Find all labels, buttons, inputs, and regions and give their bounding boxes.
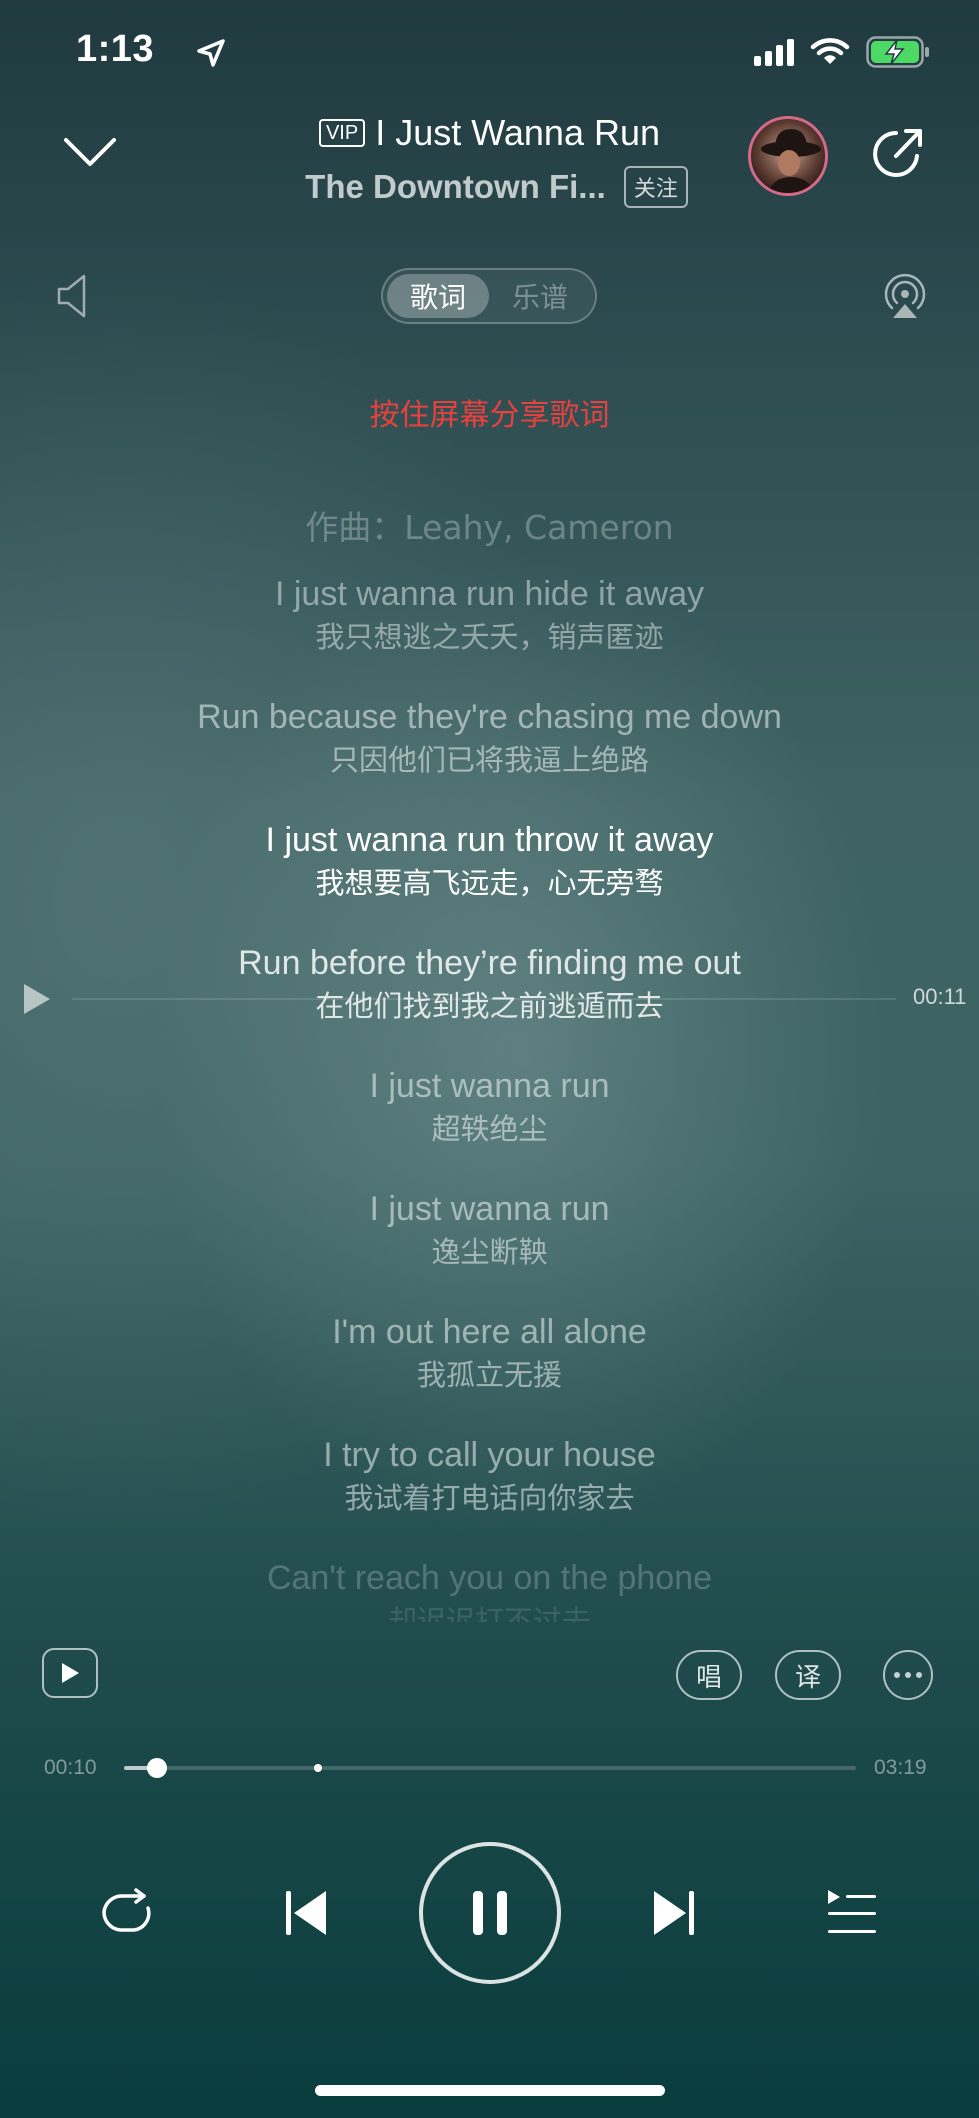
lyric-translation: 我只想逃之夭夭，销声匿迹 — [315, 620, 664, 654]
lyric-translation: 我孤立无援 — [416, 1358, 562, 1392]
pause-icon — [473, 1891, 507, 1935]
artist-row: The Downtown Fi... 关注 — [0, 166, 979, 208]
lyric-text: Can't reach you on the phone — [266, 1559, 713, 1597]
lyric-text: I just wanna run throw it away — [265, 821, 714, 859]
lyric-translation: 在他们找到我之前逃遁而去 — [315, 989, 664, 1023]
previous-track-icon[interactable] — [284, 1888, 330, 1938]
lyric-translation: 逸尘断鞅 — [431, 1235, 548, 1269]
next-track-icon[interactable] — [650, 1888, 696, 1938]
lyric-text: Run before they’re finding me out — [238, 944, 741, 982]
wifi-icon — [810, 38, 850, 64]
current-time: 00:10 — [44, 1756, 97, 1779]
lyric-line[interactable]: I just wanna run 超轶绝尘 — [0, 1050, 979, 1173]
location-arrow-icon — [197, 39, 225, 67]
share-icon[interactable] — [870, 126, 926, 182]
progress-knob[interactable] — [146, 1758, 167, 1778]
tab-lyrics[interactable]: 歌词 — [387, 274, 489, 318]
video-button[interactable] — [42, 1648, 98, 1698]
lyric-translation: 却迟迟打不过去 — [387, 1604, 591, 1622]
progress-marker — [314, 1764, 322, 1772]
lyric-line[interactable]: I'm out here all alone 我孤立无援 — [0, 1296, 979, 1419]
translate-button[interactable]: 译 — [775, 1650, 841, 1700]
volume-icon[interactable] — [56, 272, 90, 320]
lyrics-list[interactable]: 作曲：Leahy, Cameron I just wanna run hide … — [0, 498, 979, 1622]
battery-charging-icon — [866, 36, 929, 68]
home-indicator[interactable] — [315, 2085, 665, 2096]
artist-name[interactable]: The Downtown Fi... — [305, 168, 606, 206]
lyric-line[interactable]: I just wanna run 逸尘断鞅 — [0, 1173, 979, 1296]
vip-badge: VIP — [318, 119, 366, 147]
airplay-icon[interactable] — [880, 270, 930, 320]
tab-score[interactable]: 乐谱 — [489, 274, 591, 318]
lyric-text: I just wanna run hide it away — [274, 575, 705, 613]
lyric-seek-line — [72, 998, 896, 1000]
share-lyrics-hint: 按住屏幕分享歌词 — [369, 398, 610, 433]
lyric-text: I'm out here all alone — [332, 1313, 647, 1351]
lyric-line[interactable]: Run because they're chasing me down 只因他们… — [0, 681, 979, 804]
repeat-icon[interactable] — [98, 1888, 156, 1938]
lyric-line-current[interactable]: I just wanna run throw it away 我想要高飞远走，心… — [0, 804, 979, 927]
pause-button[interactable] — [419, 1842, 561, 1984]
lyric-translation: 只因他们已将我逼上绝路 — [329, 743, 649, 777]
artist-avatar[interactable] — [748, 116, 828, 196]
lyrics-score-tabs: 歌词 乐谱 — [381, 268, 597, 324]
playlist-icon[interactable] — [826, 1888, 878, 1938]
progress-track[interactable] — [124, 1766, 856, 1770]
composer-credit: 作曲：Leahy, Cameron — [305, 508, 674, 547]
song-title-row: VIP I Just Wanna Run — [0, 112, 979, 154]
song-title: I Just Wanna Run — [375, 112, 661, 153]
total-time: 03:19 — [874, 1756, 927, 1779]
status-time: 1:13 — [76, 28, 155, 70]
lyric-line[interactable]: Run before they’re finding me out 在他们找到我… — [0, 927, 979, 1050]
signal-icon — [754, 39, 794, 66]
more-dots-icon — [894, 1672, 922, 1678]
lyric-translation: 超轶绝尘 — [431, 1112, 548, 1146]
play-from-lyric-icon[interactable] — [22, 982, 52, 1016]
lyric-text: I just wanna run — [369, 1067, 610, 1105]
lyric-translation: 我试着打电话向你家去 — [344, 1481, 635, 1515]
lyric-text: I just wanna run — [369, 1190, 610, 1228]
sing-button[interactable]: 唱 — [676, 1650, 742, 1700]
play-video-icon — [62, 1663, 79, 1683]
lyric-text: Run because they're chasing me down — [197, 698, 782, 736]
lyric-translation: 我想要高飞远走，心无旁骛 — [315, 866, 664, 900]
more-button[interactable] — [883, 1650, 933, 1700]
lyric-line[interactable]: Can't reach you on the phone 却迟迟打不过去 — [0, 1542, 979, 1622]
lyric-line[interactable]: I try to call your house 我试着打电话向你家去 — [0, 1419, 979, 1542]
follow-button[interactable]: 关注 — [623, 166, 688, 208]
lyric-line[interactable]: I just wanna run hide it away 我只想逃之夭夭，销声… — [0, 558, 979, 681]
lyric-text: I try to call your house — [323, 1436, 656, 1474]
lyric-seek-time: 00:11 — [913, 984, 967, 1009]
